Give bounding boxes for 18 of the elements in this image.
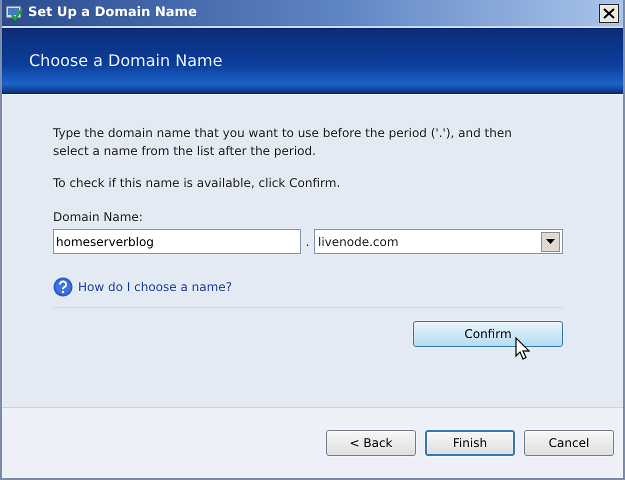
period-separator: . [304, 234, 310, 250]
help-icon [53, 277, 73, 297]
instruction-text: To check if this name is available, click Confirm. [53, 175, 342, 192]
domain-name-field[interactable]: homeserverblog [53, 229, 302, 254]
close-button[interactable] [599, 4, 619, 22]
help-link[interactable]: How do I choose a name? [78, 278, 232, 296]
footer-button[interactable]: < Back [326, 430, 416, 456]
field-label: Domain Name: [53, 209, 144, 226]
page-title: Choose a Domain Name [29, 50, 222, 72]
mouse-pointer-icon [515, 337, 530, 361]
confirm-button[interactable]: Confirm [413, 321, 563, 347]
domain-suffix-dropdown[interactable]: livenode.com [314, 229, 563, 254]
close-icon [603, 8, 615, 18]
footer-button[interactable]: Cancel [524, 430, 614, 456]
footer-button[interactable]: Finish [425, 430, 515, 456]
app-icon [6, 5, 23, 21]
instruction-text: Type the domain name that you want to use before the period ('.'), and then select a name from the list after the period. [53, 125, 513, 160]
window-title: Set Up a Domain Name [28, 4, 197, 22]
